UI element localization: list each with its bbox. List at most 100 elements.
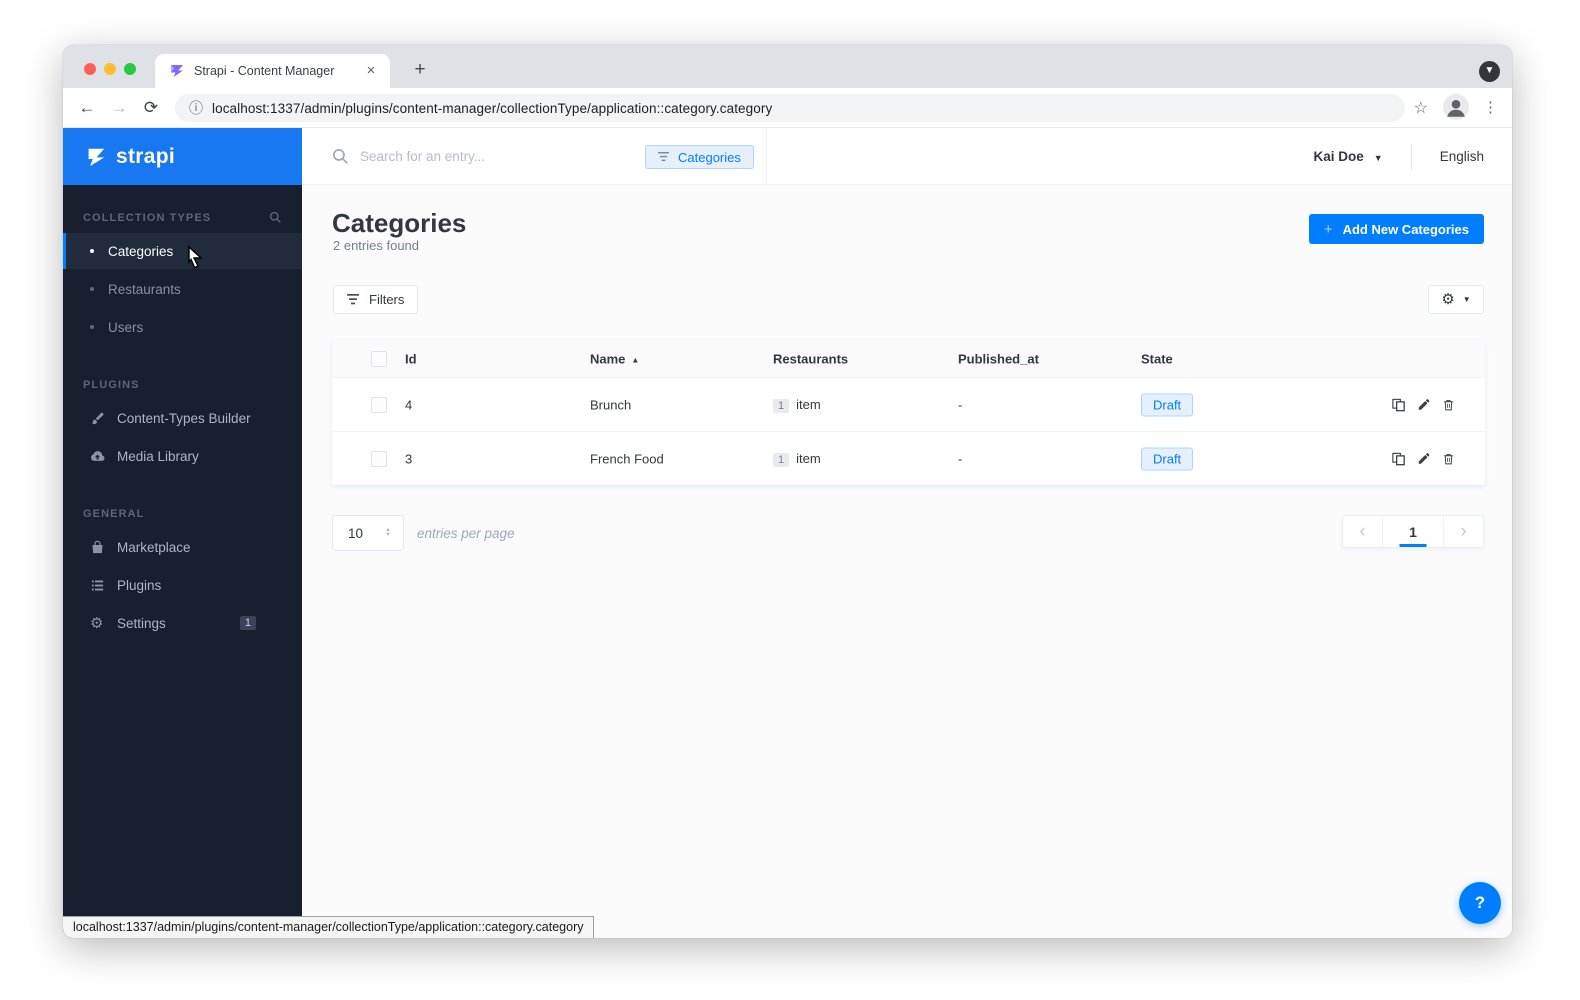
count-label: item (796, 450, 821, 466)
cell-id: 4 (405, 397, 413, 412)
help-button[interactable]: ? (1459, 882, 1501, 924)
entries-per-page-select[interactable]: 10 ▲ ▼ (332, 515, 404, 551)
shop-icon (90, 540, 105, 555)
sidebar-item-label: Categories (108, 243, 174, 259)
reload-button[interactable]: ⟳ (139, 96, 163, 120)
entries-count: 2 entries found (333, 238, 420, 253)
duplicate-icon[interactable] (1391, 397, 1406, 412)
sidebar-item-categories[interactable]: Categories (63, 233, 302, 269)
column-header-state[interactable]: State (1141, 351, 1173, 366)
table-row[interactable]: 3 French Food 1 item - Draft (332, 431, 1485, 485)
entries-table: Id Name ▲ Restaurants Published_at State … (332, 340, 1485, 485)
per-page-value: 10 (348, 525, 364, 541)
stepper-icon[interactable]: ▲ ▼ (385, 527, 403, 538)
general-section-label: GENERAL (83, 508, 282, 520)
browser-menu-icon[interactable]: ⋮ (1483, 96, 1498, 120)
filters-button[interactable]: Filters (333, 285, 419, 314)
browser-tab[interactable]: Strapi - Content Manager × (155, 54, 390, 88)
column-header-published-at[interactable]: Published_at (958, 351, 1039, 366)
column-header-name[interactable]: Name ▲ (590, 351, 639, 366)
search-icon (332, 148, 348, 164)
strapi-logo-icon (88, 148, 105, 166)
sidebar-item-plugins[interactable]: Plugins (63, 567, 302, 603)
sidebar-item-content-types-builder[interactable]: Content-Types Builder (63, 400, 302, 436)
previous-page-button[interactable]: ‹ (1343, 516, 1382, 547)
window-close-button[interactable] (84, 63, 96, 75)
count-badge: 1 (773, 398, 790, 413)
add-new-categories-button[interactable]: + Add New Categories (1308, 214, 1484, 244)
downloads-button[interactable]: ▼ (1479, 61, 1500, 82)
back-button[interactable]: ← (75, 96, 99, 120)
bullet-icon (90, 249, 94, 253)
sidebar-item-label: Media Library (117, 448, 199, 464)
tab-strip: Strapi - Content Manager × + ▼ (63, 45, 1512, 88)
new-tab-button[interactable]: + (407, 57, 433, 83)
sidebar-item-restaurants[interactable]: Restaurants (63, 271, 302, 307)
next-page-button[interactable]: › (1444, 516, 1483, 547)
settings-badge: 1 (239, 616, 256, 630)
table-settings-button[interactable]: ⚙ ▼ (1428, 285, 1484, 314)
edit-icon[interactable] (1417, 452, 1431, 466)
bullet-icon (90, 287, 94, 291)
collection-filter-chip[interactable]: Categories (645, 145, 754, 169)
sidebar-item-marketplace[interactable]: Marketplace (63, 529, 302, 565)
column-header-restaurants[interactable]: Restaurants (773, 351, 848, 366)
user-icon (1447, 99, 1465, 117)
row-checkbox[interactable] (371, 396, 387, 413)
sidebar-item-users[interactable]: Users (63, 309, 302, 345)
section-label-text: COLLECTION TYPES (83, 211, 212, 224)
cell-restaurants: 1 item (773, 397, 821, 413)
url-bar: ← → ⟳ ⓘ localhost:1337/admin/plugins/con… (63, 88, 1512, 128)
row-checkbox[interactable] (371, 450, 387, 467)
per-page-label: entries per page (417, 526, 515, 541)
state-badge: Draft (1141, 447, 1194, 470)
sidebar-item-label: Restaurants (108, 281, 181, 297)
forward-button[interactable]: → (107, 96, 131, 120)
traffic-lights (84, 63, 136, 75)
cell-name: French Food (590, 451, 664, 466)
cell-published-at: - (958, 451, 963, 466)
collection-types-section-label: COLLECTION TYPES (83, 211, 282, 224)
chevron-down-icon[interactable]: ▼ (1374, 153, 1383, 163)
filters-button-label: Filters (369, 292, 405, 307)
section-label-text: PLUGINS (83, 379, 140, 391)
duplicate-icon[interactable] (1391, 451, 1406, 466)
sidebar-item-settings[interactable]: ⚙ Settings 1 (63, 605, 302, 641)
count-label: item (796, 396, 821, 412)
delete-icon[interactable] (1442, 397, 1455, 412)
window-zoom-button[interactable] (124, 63, 136, 75)
edit-icon[interactable] (1417, 398, 1431, 412)
strapi-admin-app: strapi COLLECTION TYPES Categories Resta… (63, 128, 1512, 938)
select-all-checkbox[interactable] (371, 350, 387, 367)
user-menu[interactable]: Kai Doe (1314, 149, 1364, 164)
search-icon[interactable] (269, 211, 282, 224)
sidebar-item-label: Users (108, 319, 144, 335)
table-row[interactable]: 4 Brunch 1 item - Draft (332, 377, 1485, 431)
add-button-label: Add New Categories (1342, 221, 1469, 237)
current-page[interactable]: 1 (1382, 516, 1444, 547)
language-selector[interactable]: English (1440, 149, 1484, 164)
profile-avatar[interactable] (1443, 94, 1469, 120)
pagination: ‹ 1 › (1342, 515, 1484, 548)
cell-published-at: - (958, 397, 963, 412)
strapi-logo[interactable]: strapi (63, 128, 302, 185)
tab-close-icon[interactable]: × (362, 62, 380, 80)
sidebar-item-label: Plugins (117, 577, 162, 593)
state-badge: Draft (1141, 393, 1194, 416)
logo-text: strapi (116, 144, 175, 168)
search-input[interactable] (360, 143, 630, 169)
delete-icon[interactable] (1442, 451, 1455, 466)
main-content: Categories Kai Doe ▼ English Categories … (302, 128, 1512, 938)
plugins-section-label: PLUGINS (83, 379, 282, 391)
url-text[interactable]: localhost:1337/admin/plugins/content-man… (212, 101, 772, 116)
count-badge: 1 (773, 452, 790, 467)
bookmark-star-icon[interactable]: ☆ (1414, 98, 1428, 118)
address-field[interactable]: ⓘ localhost:1337/admin/plugins/content-m… (175, 94, 1405, 122)
header-divider (766, 128, 767, 185)
sidebar-item-media-library[interactable]: Media Library (63, 438, 302, 474)
column-header-id[interactable]: Id (405, 351, 417, 366)
window-minimize-button[interactable] (104, 63, 116, 75)
page-info-icon[interactable]: ⓘ (189, 98, 203, 118)
filter-icon (347, 294, 359, 305)
gear-icon: ⚙ (1441, 291, 1455, 308)
